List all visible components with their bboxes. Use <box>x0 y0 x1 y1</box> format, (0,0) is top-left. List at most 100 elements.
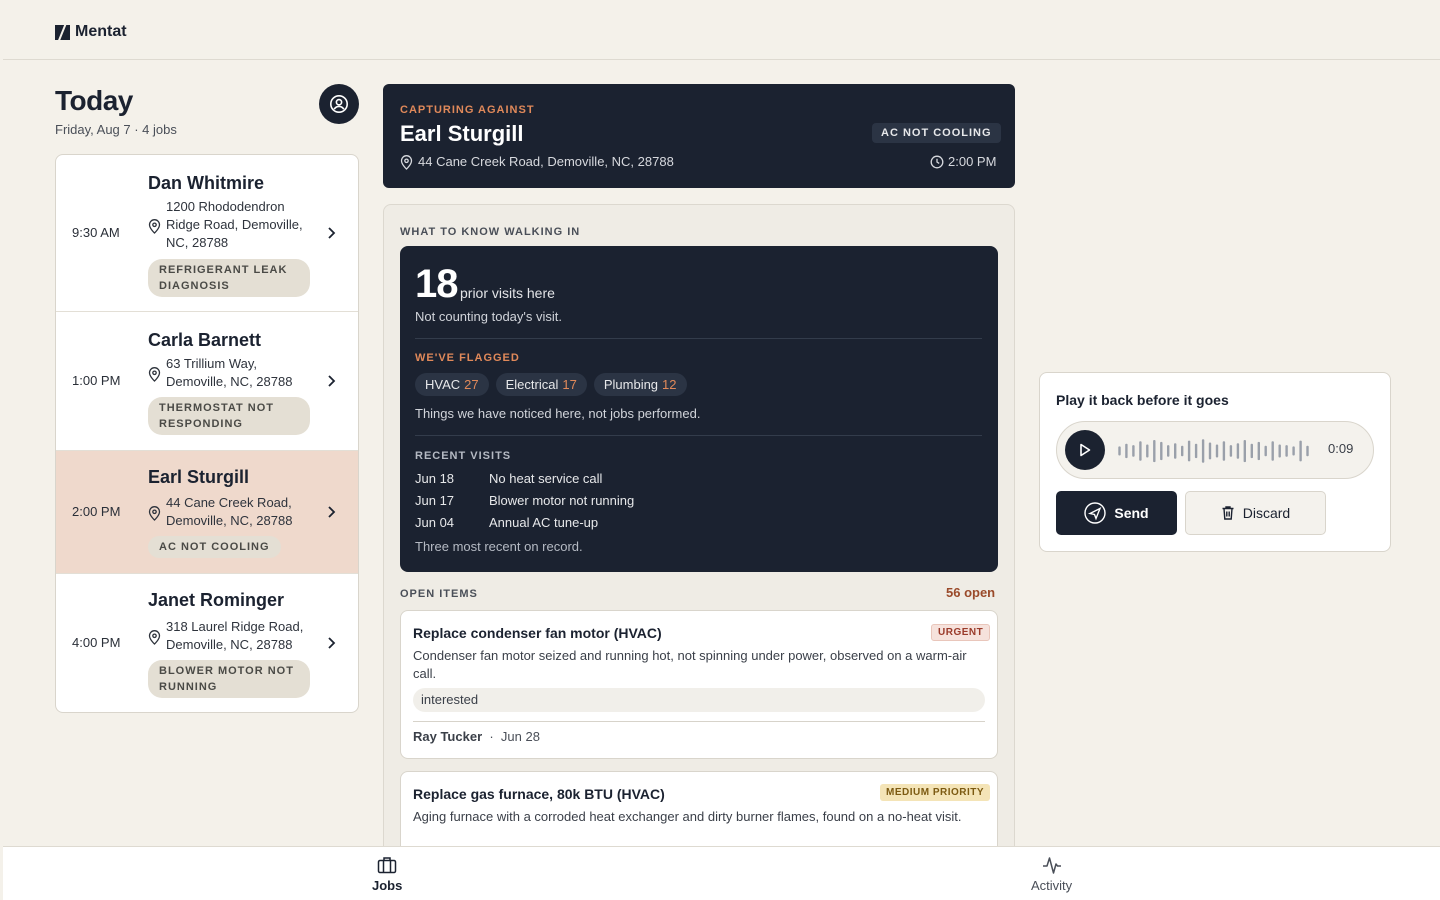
send-button[interactable]: Send <box>1056 491 1177 535</box>
location-pin-icon <box>400 155 413 170</box>
priority-badge: MEDIUM PRIORITY <box>880 784 991 801</box>
tab-label: Activity <box>1031 878 1073 893</box>
job-address: 318 Laurel Ridge Road, Demoville, NC, 28… <box>166 619 304 652</box>
waveform-bar <box>1167 445 1170 457</box>
chevron-right-icon <box>328 375 336 387</box>
priority-badge: URGENT <box>931 624 991 641</box>
job-row-earl-sturgill[interactable]: 2:00 PM Earl Sturgill 44 Cane Creek Road… <box>56 451 358 574</box>
location-pin-icon <box>148 506 161 521</box>
open-item-card[interactable]: Replace condenser fan motor (HVAC) URGEN… <box>400 610 998 759</box>
location-pin-icon <box>148 367 161 382</box>
recent-visit-row: Jun 17 Blower motor not running <box>415 493 635 508</box>
waveform[interactable] <box>1116 438 1311 464</box>
discard-label: Discard <box>1242 505 1291 521</box>
item-title: Replace condenser fan motor (HVAC) <box>413 625 662 641</box>
job-time: 1:00 PM <box>72 373 121 388</box>
waveform-bar <box>1139 441 1142 461</box>
waveform-bar <box>1146 444 1149 458</box>
tab-label: Jobs <box>372 878 403 893</box>
play-button[interactable] <box>1065 430 1105 470</box>
what-to-know-card: 18 prior visits here Not counting today'… <box>400 246 998 572</box>
waveform-bar <box>1299 440 1302 462</box>
profile-button[interactable] <box>319 84 359 124</box>
item-status[interactable]: interested <box>413 688 985 712</box>
user-circle-icon <box>330 95 348 113</box>
logo-icon <box>55 24 70 40</box>
job-issue-tag: THERMOSTAT NOT RESPONDING <box>148 397 310 435</box>
open-items-count: 56 open <box>946 585 996 600</box>
recent-visits-note: Three most recent on record. <box>415 539 583 554</box>
waveform-bar <box>1236 443 1240 459</box>
tab-activity[interactable]: Activity <box>1031 856 1072 893</box>
job-name: Dan Whitmire <box>148 173 265 193</box>
job-context-panel: WHAT TO KNOW WALKING IN 18 prior visits … <box>383 204 1015 900</box>
send-icon <box>1084 502 1107 524</box>
flag-chip-plumbing[interactable]: Plumbing 12 <box>593 373 687 396</box>
page-subtitle: Friday, Aug 7 · 4 jobs <box>55 122 177 137</box>
waveform-bar <box>1215 444 1219 458</box>
playback-panel: Play it back before it goes 0:09 Send Di… <box>1039 372 1391 552</box>
divider <box>415 338 982 339</box>
waveform-bar <box>1201 439 1205 463</box>
waveform-bar <box>1222 441 1226 461</box>
job-issue-tag: AC NOT COOLING <box>148 536 281 558</box>
waveform-bar <box>1250 443 1253 459</box>
waveform-bar <box>1187 440 1191 462</box>
recent-visit-row: Jun 04 Annual AC tune-up <box>415 515 599 530</box>
jobs-list: 9:30 AM Dan Whitmire 1200 Rhododendron R… <box>55 154 359 713</box>
waveform-bar <box>1271 441 1274 461</box>
page-title: Today <box>55 85 133 116</box>
chevron-right-icon <box>328 227 336 239</box>
item-meta: Ray Tucker · Jun 28 <box>413 729 540 744</box>
send-label: Send <box>1114 505 1149 521</box>
job-row-janet-rominger[interactable]: 4:00 PM Janet Rominger 318 Laurel Ridge … <box>56 574 358 712</box>
job-address: 44 Cane Creek Road, Demoville, NC, 28788 <box>166 495 293 528</box>
waveform-bar <box>1118 446 1121 456</box>
job-row-dan-whitmire[interactable]: 9:30 AM Dan Whitmire 1200 Rhododendron R… <box>56 155 358 312</box>
play-icon <box>1080 443 1091 457</box>
job-address: 63 Trillium Way, Demoville, NC, 28788 <box>166 356 293 389</box>
top-bar: Mentat <box>3 3 1440 60</box>
job-issue-tag: BLOWER MOTOR NOT RUNNING <box>148 660 310 698</box>
waveform-bar <box>1285 445 1288 457</box>
job-name: Carla Barnett <box>148 330 262 350</box>
job-time: 4:00 PM <box>72 635 121 650</box>
waveform-bar <box>1160 441 1163 461</box>
audio-player: 0:09 <box>1056 421 1374 479</box>
chevron-right-icon <box>328 506 336 518</box>
clock-icon <box>930 155 944 169</box>
job-row-carla-barnett[interactable]: 1:00 PM Carla Barnett 63 Trillium Way, D… <box>56 312 358 451</box>
capture-header: CAPTURING AGAINST Earl Sturgill 44 Cane … <box>383 84 1015 188</box>
waveform-bar <box>1306 445 1309 457</box>
trash-icon <box>1222 506 1234 520</box>
waveform-bar <box>1208 442 1212 460</box>
playback-title: Play it back before it goes <box>1056 392 1229 408</box>
chevron-right-icon <box>328 637 336 649</box>
flag-chip-electrical[interactable]: Electrical 17 <box>495 373 587 396</box>
waveform-bar <box>1257 441 1260 461</box>
appointment-time: 2:00 PM <box>948 154 997 169</box>
flag-chip-hvac[interactable]: HVAC 27 <box>415 373 489 396</box>
recent-visits-label: RECENT VISITS <box>415 450 512 462</box>
discard-button[interactable]: Discard <box>1185 491 1326 535</box>
waveform-bar <box>1194 443 1198 459</box>
tab-jobs[interactable]: Jobs <box>372 856 402 893</box>
waveform-bar <box>1132 445 1135 457</box>
waveform-bar <box>1278 444 1281 458</box>
issue-badge: AC NOT COOLING <box>872 123 1001 143</box>
prior-visits-note: Not counting today's visit. <box>415 309 562 324</box>
flag-note: Things we have noticed here, not jobs pe… <box>415 406 701 421</box>
recent-visit-row: Jun 18 No heat service call <box>415 471 603 486</box>
waveform-bar <box>1243 440 1246 463</box>
waveform-bar <box>1174 443 1177 459</box>
bottom-tab-bar: Jobs Activity <box>3 846 1440 900</box>
flagged-label: WE'VE FLAGGED <box>415 352 520 364</box>
app-logo[interactable]: Mentat <box>55 23 127 41</box>
job-address: 1200 Rhododendron Ridge Road, Demoville,… <box>166 199 303 250</box>
location-pin-icon <box>148 219 161 234</box>
customer-address: 44 Cane Creek Road, Demoville, NC, 28788 <box>418 154 674 169</box>
audio-duration: 0:09 <box>1328 441 1354 456</box>
job-name: Janet Rominger <box>148 590 285 610</box>
location-pin-icon <box>148 630 161 645</box>
item-description: Condenser fan motor seized and running h… <box>413 648 967 681</box>
